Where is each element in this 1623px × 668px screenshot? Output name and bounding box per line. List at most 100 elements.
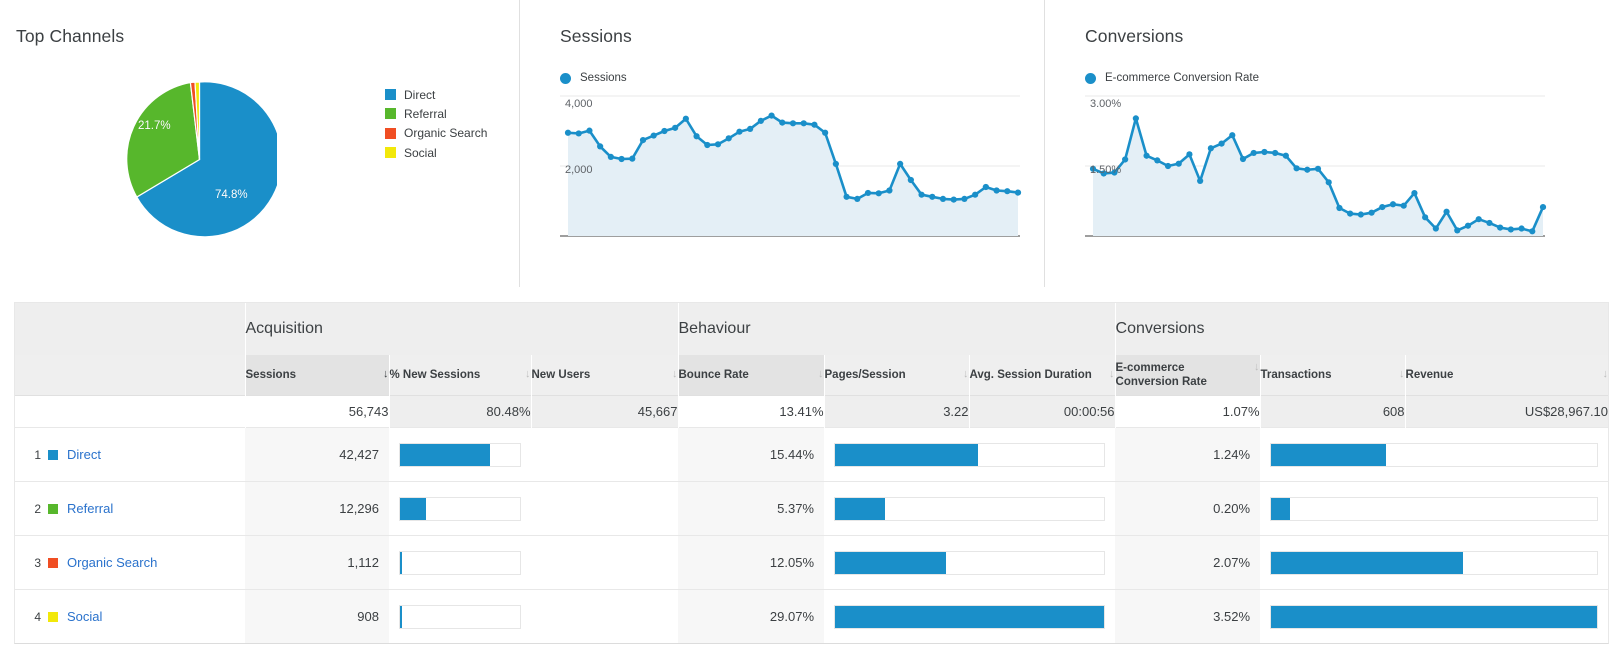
- column-header-sessions[interactable]: Sessions ↓: [244, 355, 389, 396]
- legend-label-sessions: Sessions: [580, 72, 627, 84]
- legend-dot-icon: [1085, 72, 1096, 84]
- legend-label: Organic Search: [404, 126, 488, 141]
- row-bounce-rate-value: 5.37%: [678, 481, 824, 536]
- row-ecommerce-conversion-rate-bar: [1260, 427, 1609, 482]
- row-color-swatch-icon: [48, 449, 58, 460]
- legend-item-referral[interactable]: Referral: [385, 104, 487, 123]
- sessions-chart: 4,000 2,000 22 Mar 29 Mar 5 Apr 12 Apr: [560, 95, 1022, 389]
- row-channel-link[interactable]: Direct: [67, 447, 101, 462]
- sort-desc-arrow-icon[interactable]: ↓: [379, 368, 389, 380]
- legend-item-direct[interactable]: Direct: [385, 85, 487, 104]
- table-row: 2 Referral 12,296 5.37% 0.20%: [15, 481, 1609, 536]
- column-header-label: E-commerce Conversion Rate: [1115, 362, 1207, 388]
- row-channel-link[interactable]: Referral: [67, 501, 113, 516]
- row-sessions-value: 908: [245, 589, 389, 643]
- column-header-pages-session[interactable]: Pages/Session ↓: [823, 355, 969, 396]
- sort-arrow-icon[interactable]: ↓: [1105, 368, 1115, 380]
- summary-new-users: 45,667: [530, 395, 678, 428]
- row-sessions-value: 12,296: [245, 481, 389, 536]
- row-bounce-rate-bar: [824, 589, 1116, 643]
- column-header-label: Transactions: [1260, 369, 1332, 381]
- column-header-bounce-rate[interactable]: Bounce Rate ↓: [677, 355, 824, 396]
- summary-sessions: 56,743: [244, 395, 389, 428]
- summary-blank: [15, 395, 245, 428]
- row-new-users-spacer: [531, 427, 678, 482]
- column-header-ecommerce-conversion-rate[interactable]: E-commerce Conversion Rate ↓: [1114, 355, 1261, 396]
- summary-bounce-rate: 13.41%: [677, 395, 824, 428]
- row-new-users-spacer: [531, 481, 678, 536]
- table-row: 3 Organic Search 1,112 12.05% 2.07%: [15, 535, 1609, 590]
- row-new-users-spacer: [531, 535, 678, 590]
- row-new-users-spacer: [531, 589, 678, 643]
- column-header-avg-session-duration[interactable]: Avg. Session Duration ↓: [968, 355, 1116, 396]
- legend-label: Direct: [404, 87, 436, 102]
- channels-table: Acquisition Behaviour Conversions Sessio…: [14, 302, 1609, 644]
- sort-arrow-icon[interactable]: ↓: [521, 368, 531, 380]
- sort-arrow-icon[interactable]: ↓: [1395, 368, 1405, 380]
- row-ecommerce-conversion-rate-bar: [1260, 481, 1609, 536]
- panel-title-conversions: Conversions: [1085, 26, 1184, 46]
- column-header-label: Sessions: [245, 369, 297, 381]
- row-sessions-bar: [389, 427, 531, 482]
- row-sessions-bar: [389, 481, 531, 536]
- pie-legend: Direct Referral Organic Search Social: [385, 85, 487, 162]
- legend-item-organic-search[interactable]: Organic Search: [385, 124, 487, 143]
- panel-sessions: Sessions Sessions 4,000 2,000 22 Mar 29 …: [520, 0, 1045, 389]
- column-header-label: Avg. Session Duration: [969, 369, 1092, 381]
- row-color-swatch-icon: [48, 611, 58, 622]
- table-column-header-row: Sessions ↓ % New Sessions ↓ New Users ↓ …: [15, 355, 1609, 396]
- table-summary-row: 56,743 80.48% 45,667 13.41% 3.22 00:00:5…: [15, 395, 1609, 428]
- legend-label-ecr: E-commerce Conversion Rate: [1105, 72, 1260, 84]
- table-group-header-row: Acquisition Behaviour Conversions: [15, 303, 1609, 355]
- sort-arrow-icon[interactable]: ↓: [814, 368, 824, 380]
- sessions-legend[interactable]: Sessions: [560, 72, 627, 84]
- row-ecommerce-conversion-rate-bar: [1260, 589, 1609, 643]
- column-header-label: Bounce Rate: [678, 369, 749, 381]
- conversions-chart: 3.00% 1.50% 22 Mar 29 Mar 5 Apr 12 Apr: [1085, 95, 1547, 389]
- sort-arrow-icon[interactable]: ↓: [959, 368, 969, 380]
- row-channel-link[interactable]: Organic Search: [67, 555, 157, 570]
- column-header-new-users[interactable]: New Users ↓: [530, 355, 678, 396]
- table-row: 4 Social 908 29.07% 3.52%: [15, 589, 1609, 643]
- row-sessions-value: 42,427: [245, 427, 389, 482]
- panel-conversions: Conversions E-commerce Conversion Rate 3…: [1045, 0, 1623, 389]
- conversions-ytick-300: 3.00%: [1090, 98, 1122, 110]
- column-header-label: Revenue: [1405, 369, 1454, 381]
- pie-chart: [122, 82, 277, 237]
- row-color-swatch-icon: [48, 503, 58, 514]
- panel-title-sessions: Sessions: [560, 26, 632, 46]
- row-dimension-cell: 4 Social: [15, 589, 245, 643]
- dashboard-top-row: Top Channels 74.8% 21.7% Direct Referral: [0, 0, 1623, 389]
- summary-pct-new-sessions: 80.48%: [388, 395, 531, 428]
- row-dimension-cell: 2 Referral: [15, 481, 245, 536]
- row-sessions-value: 1,112: [245, 535, 389, 590]
- sessions-ytick-4000: 4,000: [565, 98, 593, 110]
- row-ecommerce-conversion-rate-value: 0.20%: [1115, 481, 1261, 536]
- sessions-ytick-2000: 2,000: [565, 164, 593, 176]
- summary-ecommerce-conversion-rate: 1.07%: [1114, 395, 1261, 428]
- summary-transactions: 608: [1259, 395, 1406, 428]
- column-header-transactions[interactable]: Transactions ↓: [1259, 355, 1406, 396]
- row-channel-link[interactable]: Social: [67, 609, 102, 624]
- sort-arrow-icon[interactable]: ↓: [1599, 368, 1609, 380]
- panel-top-channels: Top Channels 74.8% 21.7% Direct Referral: [0, 0, 520, 287]
- legend-swatch-icon: [385, 108, 396, 120]
- pie-slice-label-direct: 74.8%: [215, 189, 248, 201]
- row-dimension-cell: 3 Organic Search: [15, 535, 245, 590]
- row-sessions-bar: [389, 535, 531, 590]
- legend-label: Referral: [404, 106, 447, 121]
- sort-arrow-icon[interactable]: ↓: [1250, 361, 1260, 373]
- column-header-revenue[interactable]: Revenue ↓: [1404, 355, 1609, 396]
- row-bounce-rate-value: 29.07%: [678, 589, 824, 643]
- sort-arrow-icon[interactable]: ↓: [668, 368, 678, 380]
- row-dimension-cell: 1 Direct: [15, 427, 245, 482]
- table-row: 1 Direct 42,427 15.44% 1.24%: [15, 427, 1609, 482]
- legend-item-social[interactable]: Social: [385, 143, 487, 162]
- row-rank: 3: [34, 555, 41, 570]
- column-header-pct-new-sessions[interactable]: % New Sessions ↓: [388, 355, 531, 396]
- summary-avg-session-duration: 00:00:56: [968, 395, 1116, 428]
- summary-revenue: US$28,967.10: [1404, 395, 1609, 428]
- legend-swatch-icon: [385, 127, 396, 139]
- row-color-swatch-icon: [48, 557, 58, 568]
- conversions-legend[interactable]: E-commerce Conversion Rate: [1085, 72, 1259, 84]
